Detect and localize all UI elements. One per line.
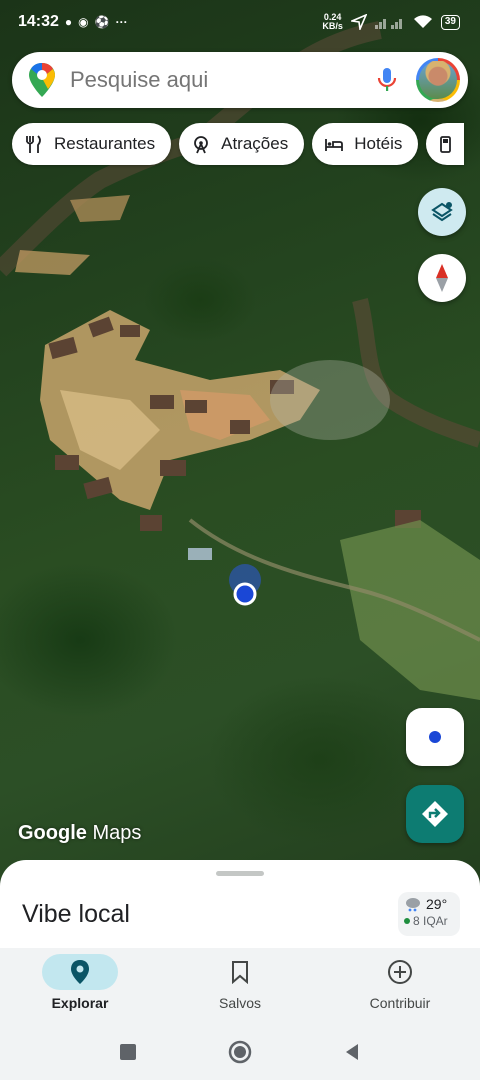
ferris-wheel-icon [194, 136, 209, 154]
network-speed: 0.24 KB/s [322, 12, 343, 31]
bottom-navigation: Explorar Salvos Contribuir [0, 948, 480, 1024]
chip-label: Restaurantes [54, 134, 156, 153]
battery-indicator: 39 [440, 14, 460, 30]
cloud-rain-icon [406, 898, 420, 912]
tab-label: Explorar [51, 995, 109, 1011]
chat-bubble-icon: ● [64, 15, 73, 29]
tab-contribute[interactable]: Contribuir [320, 948, 480, 1024]
bottom-sheet[interactable]: Vibe local 29° 8 IQAr [0, 860, 480, 950]
compass-icon [436, 264, 448, 292]
air-quality-dot [404, 918, 410, 924]
directions-icon [422, 801, 448, 827]
system-navigation-bar [0, 1024, 480, 1080]
my-location-icon [429, 731, 441, 743]
chip-restaurants[interactable]: Restaurantes [12, 123, 172, 165]
fork-knife-icon [26, 135, 41, 153]
tab-explore[interactable]: Explorar [0, 948, 160, 1024]
chip-label: Atrações [221, 134, 289, 153]
messenger-icon: ◉ [78, 15, 89, 29]
my-location-dot [233, 582, 257, 606]
gas-station-icon [440, 136, 452, 153]
category-chips: Restaurantes Atrações Hotéis [12, 123, 465, 165]
bookmark-icon [232, 961, 248, 984]
wifi-icon [413, 15, 432, 28]
back-triangle-icon[interactable] [342, 1042, 362, 1062]
status-bar: 14:32 ● ◉ ⚽ ··· 0.24 KB/s 39 [0, 0, 480, 44]
air-quality-index: 8 IQAr [413, 914, 448, 928]
bed-icon [325, 139, 344, 151]
soccer-ball-icon: ⚽ [94, 15, 110, 29]
compass-button[interactable] [418, 254, 466, 302]
signal-icon [374, 19, 402, 29]
location-arrow-icon [350, 14, 367, 30]
location-pin-icon [71, 960, 89, 984]
tab-label: Contribuir [369, 995, 431, 1011]
layers-button[interactable] [418, 188, 466, 236]
more-dots-icon: ··· [115, 15, 128, 29]
chip-hotels[interactable]: Hotéis [312, 123, 419, 165]
google-maps-pin-icon [29, 63, 55, 97]
search-bar[interactable] [12, 52, 468, 108]
recents-square-icon[interactable] [118, 1042, 138, 1062]
chip-gas[interactable] [426, 123, 465, 165]
weather-temperature: 29° [426, 896, 448, 912]
my-location-button[interactable] [406, 708, 464, 766]
chip-attractions[interactable]: Atrações [179, 123, 305, 165]
avatar[interactable] [416, 58, 460, 102]
search-input[interactable] [70, 67, 372, 93]
tab-label: Salvos [218, 995, 262, 1011]
add-circle-icon [388, 960, 412, 984]
sheet-title: Vibe local [22, 900, 130, 928]
chip-label: Hotéis [354, 134, 403, 153]
google-maps-logo: Google Maps [18, 822, 142, 844]
microphone-icon[interactable] [372, 65, 402, 95]
directions-button[interactable] [406, 785, 464, 843]
weather-widget[interactable]: 29° 8 IQAr [398, 892, 460, 936]
home-circle-icon[interactable] [228, 1040, 252, 1064]
layers-icon [431, 202, 453, 222]
drag-handle[interactable] [216, 871, 264, 876]
tab-saved[interactable]: Salvos [160, 948, 320, 1024]
clock: 14:32 [18, 13, 59, 30]
